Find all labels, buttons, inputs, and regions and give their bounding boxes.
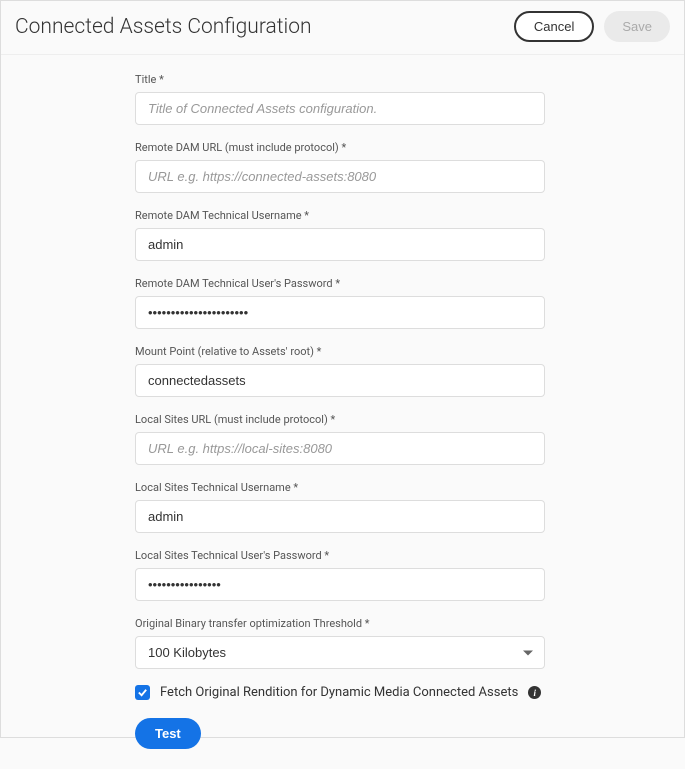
remote-dam-username-input[interactable] bbox=[135, 228, 545, 261]
local-sites-url-label: Local Sites URL (must include protocol) … bbox=[135, 413, 685, 426]
local-sites-username-label: Local Sites Technical Username * bbox=[135, 481, 685, 494]
remote-dam-url-input[interactable] bbox=[135, 160, 545, 193]
remote-dam-password-input[interactable] bbox=[135, 296, 545, 329]
page-title: Connected Assets Configuration bbox=[15, 15, 312, 39]
local-sites-username-group: Local Sites Technical Username * bbox=[135, 481, 685, 533]
remote-dam-password-group: Remote DAM Technical User's Password * bbox=[135, 277, 685, 329]
threshold-select[interactable]: 100 Kilobytes bbox=[135, 636, 545, 669]
threshold-select-wrapper: 100 Kilobytes bbox=[135, 636, 545, 669]
local-sites-password-group: Local Sites Technical User's Password * bbox=[135, 549, 685, 601]
local-sites-url-input[interactable] bbox=[135, 432, 545, 465]
local-sites-password-input[interactable] bbox=[135, 568, 545, 601]
cancel-button[interactable]: Cancel bbox=[514, 11, 594, 42]
info-icon[interactable]: i bbox=[528, 686, 541, 699]
title-group: Title * bbox=[135, 73, 685, 125]
remote-dam-url-group: Remote DAM URL (must include protocol) * bbox=[135, 141, 685, 193]
fetch-original-checkbox[interactable] bbox=[135, 685, 150, 700]
local-sites-password-label: Local Sites Technical User's Password * bbox=[135, 549, 685, 562]
remote-dam-password-label: Remote DAM Technical User's Password * bbox=[135, 277, 685, 290]
remote-dam-username-label: Remote DAM Technical Username * bbox=[135, 209, 685, 222]
test-button[interactable]: Test bbox=[135, 718, 201, 749]
title-label: Title * bbox=[135, 73, 685, 86]
header-buttons: Cancel Save bbox=[514, 11, 670, 42]
page-header: Connected Assets Configuration Cancel Sa… bbox=[1, 1, 684, 55]
threshold-group: Original Binary transfer optimization Th… bbox=[135, 617, 685, 669]
remote-dam-url-label: Remote DAM URL (must include protocol) * bbox=[135, 141, 685, 154]
mount-point-input[interactable] bbox=[135, 364, 545, 397]
fetch-original-row: Fetch Original Rendition for Dynamic Med… bbox=[135, 685, 685, 700]
fetch-original-label: Fetch Original Rendition for Dynamic Med… bbox=[160, 685, 518, 700]
form-container: Title * Remote DAM URL (must include pro… bbox=[135, 55, 685, 769]
save-button: Save bbox=[604, 11, 670, 42]
remote-dam-username-group: Remote DAM Technical Username * bbox=[135, 209, 685, 261]
title-input[interactable] bbox=[135, 92, 545, 125]
mount-point-label: Mount Point (relative to Assets' root) * bbox=[135, 345, 685, 358]
local-sites-url-group: Local Sites URL (must include protocol) … bbox=[135, 413, 685, 465]
threshold-label: Original Binary transfer optimization Th… bbox=[135, 617, 685, 630]
checkmark-icon bbox=[137, 687, 148, 698]
mount-point-group: Mount Point (relative to Assets' root) * bbox=[135, 345, 685, 397]
local-sites-username-input[interactable] bbox=[135, 500, 545, 533]
